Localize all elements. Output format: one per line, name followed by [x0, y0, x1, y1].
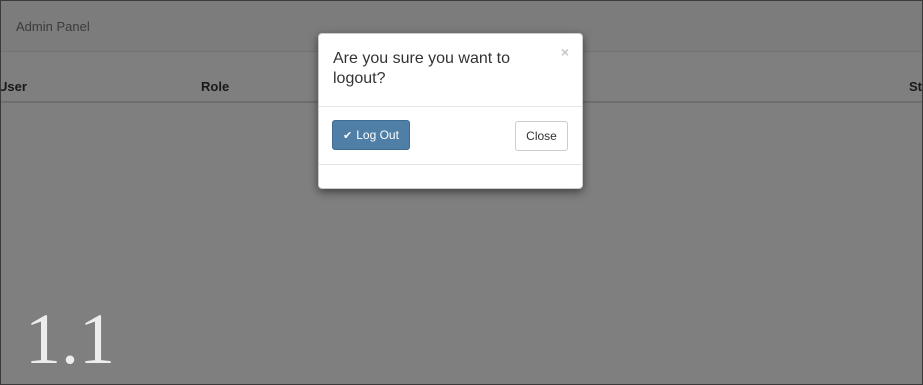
check-icon: ✔ [343, 130, 353, 142]
modal-body: ✔ Log Out Close [319, 107, 582, 165]
modal-title: Are you sure you want to logout? [333, 50, 510, 87]
close-button[interactable]: Close [515, 121, 568, 151]
logout-confirm-dialog: Are you sure you want to logout? × ✔ Log … [318, 33, 583, 189]
version-label: 1.1 [25, 299, 115, 379]
logout-button[interactable]: ✔ Log Out [332, 120, 410, 150]
logout-button-label: Log Out [356, 128, 399, 142]
close-icon[interactable]: × [561, 44, 569, 60]
modal-header: Are you sure you want to logout? × [319, 34, 582, 107]
browser-viewport: Admin Panel User Role St 1.1 Are you sur… [0, 0, 923, 385]
